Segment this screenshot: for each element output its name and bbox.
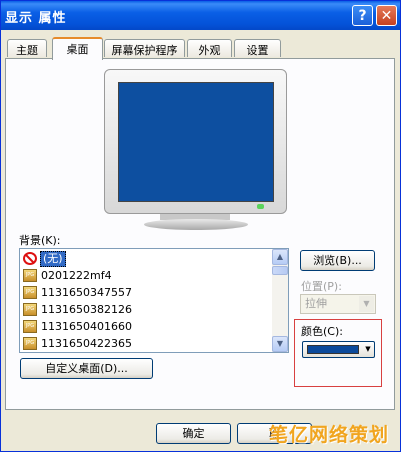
tab-screensaver[interactable]: 屏幕保护程序 <box>104 39 185 57</box>
color-swatch <box>307 345 359 354</box>
position-value: 拉伸 <box>305 297 327 310</box>
list-item[interactable]: JPG 1131650401660 <box>23 318 271 335</box>
chevron-down-icon: ▼ <box>365 345 371 353</box>
monitor-screen <box>118 82 274 202</box>
jpg-file-icon: JPG <box>23 303 37 316</box>
monitor-preview <box>104 69 287 230</box>
list-item[interactable]: JPG 1131650347557 <box>23 284 271 301</box>
list-item-label: 1131650382126 <box>41 303 132 316</box>
list-item[interactable]: JPG 1131650382126 <box>23 301 271 318</box>
background-label: 背景(K): <box>19 234 61 247</box>
tab-desktop[interactable]: 桌面 <box>52 37 103 60</box>
none-icon <box>23 252 37 265</box>
close-button[interactable]: ✕ <box>376 5 397 26</box>
list-item-label: (无) <box>40 251 66 267</box>
ok-button[interactable]: 确定 <box>156 423 231 444</box>
monitor-stand <box>144 219 248 230</box>
scroll-thumb[interactable] <box>272 266 288 275</box>
position-select[interactable]: 拉伸 ▼ <box>300 294 376 314</box>
jpg-file-icon: JPG <box>23 286 37 299</box>
window-title: 显示 属性 <box>5 11 67 26</box>
jpg-file-icon: JPG <box>23 269 37 282</box>
list-item-label: 1131650422365 <box>41 337 132 350</box>
list-item[interactable]: JPG 0201222mf4 <box>23 267 271 284</box>
watermark-text: 笔亿网络策划 <box>269 424 390 446</box>
list-item[interactable]: (无) <box>23 250 271 267</box>
help-button[interactable]: ? <box>352 5 373 26</box>
scroll-down-icon[interactable]: ▼ <box>272 336 288 352</box>
list-item-label: 1131650347557 <box>41 286 132 299</box>
browse-button[interactable]: 浏览(B)... <box>300 250 375 271</box>
customize-desktop-button[interactable]: 自定义桌面(D)... <box>20 358 153 379</box>
color-label: 颜色(C): <box>301 325 343 338</box>
list-item-label: 0201222mf4 <box>41 269 112 282</box>
background-listbox[interactable]: (无) JPG 0201222mf4 JPG 1131650347557 JPG… <box>19 248 289 353</box>
list-item-label: 1131650401660 <box>41 320 132 333</box>
chevron-down-icon: ▼ <box>359 296 374 312</box>
jpg-file-icon: JPG <box>23 337 37 350</box>
vertical-scrollbar[interactable]: ▲ ▼ <box>272 249 288 352</box>
tab-settings[interactable]: 设置 <box>234 39 281 57</box>
tab-appearance[interactable]: 外观 <box>187 39 232 57</box>
position-label: 位置(P): <box>301 280 342 293</box>
tab-strip: 主题 桌面 屏幕保护程序 外观 设置 <box>1 37 400 60</box>
jpg-file-icon: JPG <box>23 320 37 333</box>
list-item[interactable]: JPG 1131650422365 <box>23 335 271 352</box>
scroll-up-icon[interactable]: ▲ <box>272 249 288 265</box>
tab-themes[interactable]: 主题 <box>7 39 47 57</box>
title-bar[interactable]: 显示 属性 ? ✕ <box>1 1 400 30</box>
color-picker-button[interactable]: ▼ <box>302 341 375 358</box>
display-properties-window: 显示 属性 ? ✕ 主题 桌面 屏幕保护程序 外观 设置 背景(K): (无) … <box>0 0 401 452</box>
power-led-icon <box>257 204 264 209</box>
